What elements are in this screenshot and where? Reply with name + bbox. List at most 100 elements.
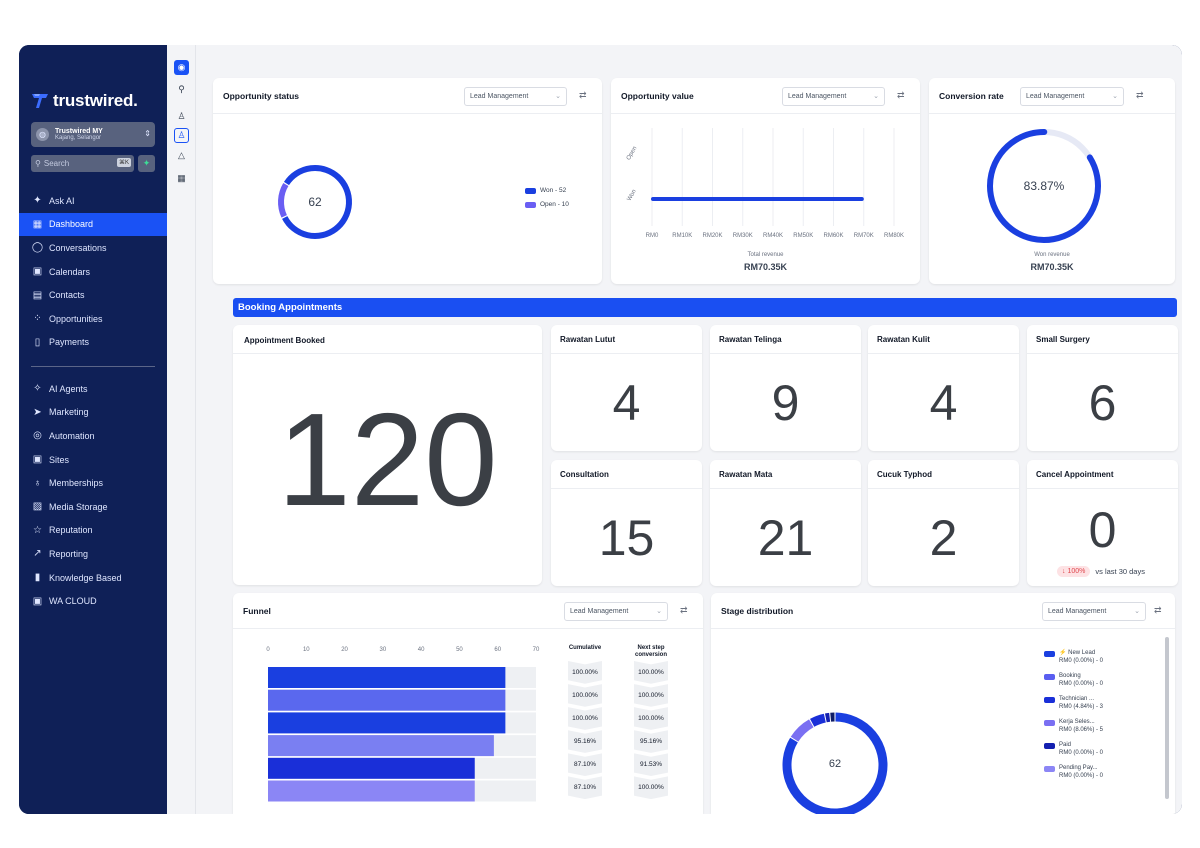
sparkle-icon: ✦ (33, 195, 42, 207)
opportunity-value-chart: RM0 RM10K RM20K RM30K RM40K RM50K RM60K RM70K RM… (626, 128, 904, 239)
sidebar-item-wa-cloud[interactable]: ▣ WA CLOUD (19, 589, 167, 613)
sidebar-item-ask-ai[interactable]: ✦ Ask AI (19, 189, 167, 213)
card-divider (868, 353, 1019, 354)
filter-dropdown[interactable]: Lead Management ⌄ (464, 87, 567, 106)
sidebar-item-reporting[interactable]: ↗ Reporting (19, 542, 167, 566)
brand-logo[interactable]: trustwired. (31, 91, 138, 111)
filter-dropdown[interactable]: Lead Management ⌄ (564, 602, 668, 621)
sidebar-item-media-storage[interactable]: ▨ Media Storage (19, 495, 167, 519)
sidebar-item-label: Ask AI (49, 195, 75, 206)
legend-item[interactable]: Open - 10 (525, 201, 569, 208)
next-step-header: Next step conversion (634, 645, 667, 658)
next-step-cell: 95.16% (634, 730, 668, 753)
x-tick-label: RM50K (793, 233, 813, 239)
sidebar-item-automation[interactable]: ◎ Automation (19, 424, 167, 448)
x-tick-label: RM0 (646, 233, 659, 239)
sidebar-item-label: Reputation (49, 525, 93, 536)
sidebar-item-opportunities[interactable]: ⁘ Opportunities (19, 307, 167, 331)
x-tick-label: RM70K (854, 233, 874, 239)
swap-icon[interactable]: ⇄ (897, 90, 905, 101)
sidebar-item-payments[interactable]: ▯ Payments (19, 331, 167, 355)
donut-slice[interactable] (790, 719, 814, 742)
sidebar-item-sites[interactable]: ▣ Sites (19, 448, 167, 472)
cumulative-cell: 100.00% (568, 684, 602, 707)
funnel-bar[interactable] (268, 757, 475, 779)
rail-team-button[interactable]: ♙ (174, 128, 189, 143)
rail-user-button[interactable]: ♙ (174, 109, 189, 124)
legend-item[interactable]: Booking RM0 (0.00%) - 0 (1044, 672, 1103, 688)
account-switcher[interactable]: ◍ Trustwired MY Kajang, Selangor ⇕ (31, 122, 155, 147)
legend-item[interactable]: Pending Pay... RM0 (0.00%) - 0 (1044, 764, 1103, 780)
sidebar-item-contacts[interactable]: ▤ Contacts (19, 283, 167, 307)
won-value-bar[interactable] (651, 197, 864, 201)
funnel-bar[interactable] (268, 712, 506, 734)
conversion-percent: 83.87% (1024, 179, 1065, 193)
card-divider (551, 488, 702, 489)
legend-item[interactable]: Won - 52 (525, 187, 569, 194)
brand-name: trustwired. (53, 91, 138, 110)
send-icon: ➤ (33, 406, 42, 418)
filter-dropdown[interactable]: Lead Management ⌄ (1042, 602, 1146, 621)
legend-stage-detail: RM0 (0.00%) - 0 (1059, 681, 1104, 687)
donut-slice[interactable] (810, 713, 826, 727)
card-title: Conversion rate (939, 91, 1004, 101)
stat-card: Cucuk Typhod 2 (868, 460, 1019, 586)
swap-icon[interactable]: ⇄ (680, 605, 688, 616)
filter-dropdown[interactable]: Lead Management ⌄ (782, 87, 885, 106)
swap-icon[interactable]: ⇄ (579, 90, 587, 101)
sidebar-item-reputation[interactable]: ☆ Reputation (19, 519, 167, 543)
funnel-bar[interactable] (268, 689, 506, 711)
funnel-bar[interactable] (268, 667, 506, 688)
legend-scrollbar[interactable] (1165, 637, 1169, 799)
cloud-icon: ▣ (32, 595, 43, 607)
chevron-down-icon: ⌄ (1134, 608, 1140, 615)
rail-calendar-button[interactable]: ▦ (174, 171, 189, 186)
legend-item[interactable]: Kerja Seles... RM0 (8.06%) - 5 (1044, 718, 1103, 734)
stat-title: Consultation (560, 470, 609, 479)
card-divider (1027, 488, 1178, 489)
next-step-cell: 100.00% (634, 776, 668, 800)
card-title: Funnel (243, 606, 271, 616)
sidebar-item-ai-agents[interactable]: ✧ AI Agents (19, 377, 167, 401)
rail-search-button[interactable]: ⚲ (174, 82, 189, 97)
appointment-booked-card: Appointment Booked 120 (233, 325, 542, 585)
legend-item[interactable]: ⚡ New Lead RM0 (0.00%) - 0 (1044, 649, 1103, 665)
filter-dropdown[interactable]: Lead Management ⌄ (1020, 87, 1124, 106)
funnel-bar[interactable] (268, 735, 494, 757)
secondary-nav: ✧ AI Agents ➤ Marketing ◎ Automation ▣ Sites ♁ Me… (19, 377, 167, 613)
stat-value: 9 (771, 375, 800, 431)
rail-share-button[interactable]: △ (174, 148, 189, 163)
conversion-rate-card: Conversion rate Lead Management ⌄ ⇄ 83.8… (929, 78, 1175, 284)
donut-slice[interactable] (824, 712, 831, 723)
sidebar-item-calendars[interactable]: ▣ Calendars (19, 260, 167, 284)
sidebar-item-dashboard[interactable]: ▦ Dashboard (19, 212, 167, 237)
funnel-card: Funnel Lead Management ⌄ ⇄ 0 10 20 30 40 50 60… (233, 593, 703, 814)
search-input[interactable]: ⚲ Search ⌘K (31, 155, 134, 172)
membership-icon: ♁ (33, 477, 42, 489)
dropdown-value: Lead Management (470, 93, 529, 100)
search-shortcut: ⌘K (116, 158, 131, 167)
swap-icon[interactable]: ⇄ (1136, 90, 1144, 101)
sidebar: trustwired. ◍ Trustwired MY Kajang, Sela… (19, 45, 167, 814)
sidebar-item-label: Media Storage (49, 501, 108, 512)
sidebar-item-memberships[interactable]: ♁ Memberships (19, 471, 167, 495)
legend-label: Won - 52 (540, 187, 567, 194)
stat-card: Rawatan Lutut 4 (551, 325, 702, 451)
dashboard-content: Opportunity status Lead Management ⌄ ⇄ 6… (196, 45, 1182, 814)
sidebar-item-knowledge-based[interactable]: ▮ Knowledge Based (19, 566, 167, 590)
legend-item[interactable]: Paid RM0 (0.00%) - 0 (1044, 741, 1103, 757)
sidebar-item-conversations[interactable]: ◯ Conversations (19, 236, 167, 260)
legend-item[interactable]: Technician ... RM0 (4.84%) - 3 (1044, 695, 1103, 711)
stat-value: 4 (929, 375, 958, 431)
sidebar-item-label: Calendars (49, 266, 91, 277)
donut-slice[interactable] (278, 182, 289, 218)
funnel-bar[interactable] (268, 780, 475, 802)
sidebar-item-marketing[interactable]: ➤ Marketing (19, 401, 167, 425)
chat-icon: ◯ (31, 242, 44, 254)
sidebar-item-label: Marketing (49, 407, 89, 418)
dropdown-value: Lead Management (1048, 608, 1107, 615)
rail-home-button[interactable]: ◉ (174, 60, 189, 75)
account-location: Kajang, Selangor (55, 135, 102, 141)
quick-action-button[interactable]: ✦ (138, 155, 155, 172)
swap-icon[interactable]: ⇄ (1154, 605, 1162, 616)
